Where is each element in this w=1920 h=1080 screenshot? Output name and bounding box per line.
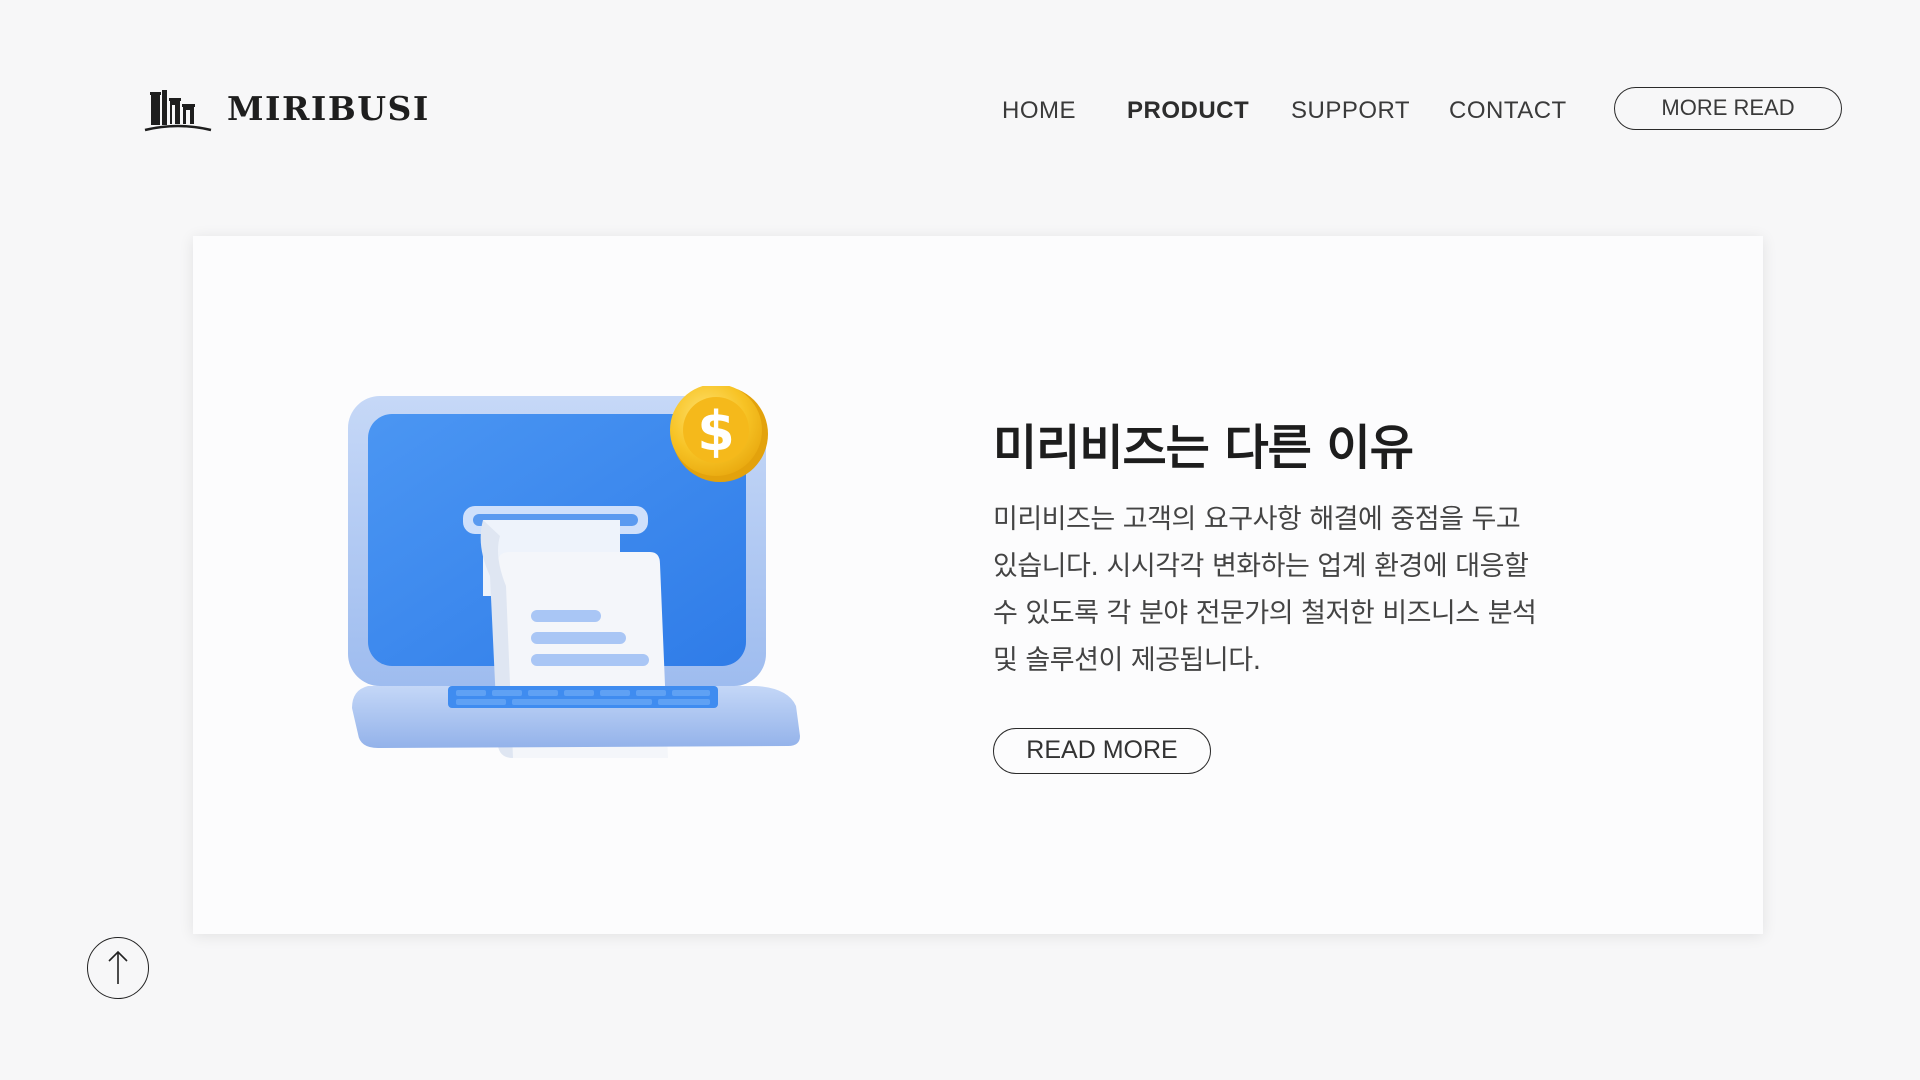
nav-item-support[interactable]: SUPPORT [1291, 86, 1410, 136]
more-read-button[interactable]: MORE READ [1614, 87, 1842, 130]
brand-logo[interactable]: MIRIBUSI [143, 86, 430, 132]
feature-title: 미리비즈는 다른 이유 [993, 420, 1414, 476]
dollar-sign-icon: $ [697, 400, 735, 463]
arrow-up-icon [108, 950, 128, 984]
nav-item-contact[interactable]: CONTACT [1449, 86, 1567, 136]
nav-item-product[interactable]: PRODUCT [1127, 86, 1249, 136]
feature-description: 미리비즈는 고객의 요구사항 해결에 중점을 두고 있습니다. 시시각각 변화하… [993, 504, 1537, 676]
feature-card: $ 미리비즈는 다른 이유 미리비즈는 고객의 요구사항 해결에 중점을 두고 … [193, 236, 1763, 934]
scroll-to-top-button[interactable] [87, 937, 149, 999]
page: MIRIBUSI HOME PRODUCT SUPPORT CONTACT MO… [0, 0, 1920, 1080]
read-more-button[interactable]: READ MORE [993, 728, 1211, 774]
laptop-receipt-illustration: $ [348, 386, 800, 758]
brand-name: MIRIBUSI [227, 89, 430, 128]
buildings-logo-icon [144, 90, 212, 132]
nav-item-home[interactable]: HOME [1002, 86, 1076, 136]
